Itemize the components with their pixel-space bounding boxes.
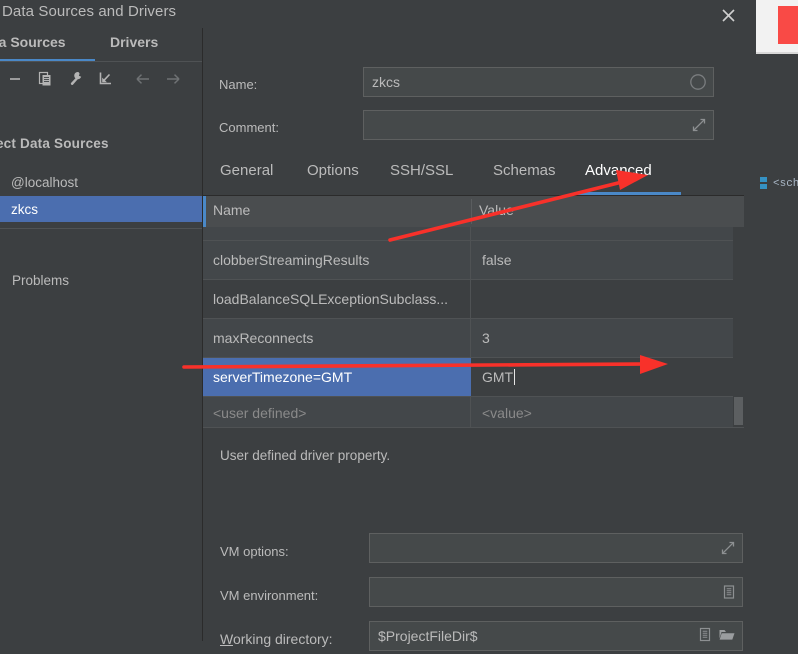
- column-header-name[interactable]: Name: [213, 202, 250, 218]
- sidebar: ta Sources Drivers ject Data Sources @lo…: [0, 28, 203, 641]
- list-editor-icon[interactable]: [698, 627, 712, 645]
- table-cell-name-text: serverTimezone=GMT: [213, 369, 353, 385]
- table-cell-value-text: GMT: [482, 369, 514, 385]
- table-cell-value-editor[interactable]: GMT: [472, 358, 744, 396]
- sidebar-item-localhost[interactable]: @localhost: [0, 169, 202, 195]
- sidebar-divider: [0, 228, 202, 229]
- sidebar-tab-selection-indicator: [0, 59, 95, 61]
- name-label: Name:: [219, 76, 258, 92]
- tab-ssh-ssl[interactable]: SSH/SSL: [390, 162, 453, 179]
- table-cell-name[interactable]: serverTimezone=GMT: [203, 358, 471, 396]
- text-caret: [514, 369, 516, 385]
- table-header: Name Value: [203, 196, 744, 228]
- sidebar-item-label: zkcs: [11, 201, 38, 217]
- background-red-block: [778, 6, 798, 44]
- working-directory-value: $ProjectFileDir$: [378, 628, 478, 644]
- working-directory-adornments: [698, 627, 736, 645]
- schema-icon: [760, 177, 769, 191]
- working-directory-input[interactable]: $ProjectFileDir$: [369, 621, 743, 651]
- dialog-titlebar: Data Sources and Drivers: [0, 0, 744, 28]
- vm-environment-label: VM environment:: [220, 587, 319, 603]
- comment-label: Comment:: [219, 119, 279, 135]
- table-cell-name-text: maxReconnects: [213, 330, 314, 346]
- table-cell-name[interactable]: clobberStreamingResults: [203, 241, 471, 279]
- sidebar-tab-bar: ta Sources Drivers: [0, 28, 202, 62]
- table-cell-value[interactable]: [472, 280, 744, 318]
- remove-icon[interactable]: [0, 66, 30, 92]
- data-sources-dialog: Data Sources and Drivers ta Sources Driv…: [0, 0, 744, 651]
- table-cell-value[interactable]: false: [472, 241, 744, 279]
- table-cell-name-text: loadBalanceSQLExceptionSubclass...: [213, 291, 449, 307]
- table-cell-value[interactable]: 3: [472, 319, 744, 357]
- table-body: clobberStreamingResults false loadBalanc…: [203, 227, 744, 428]
- forward-arrow-icon[interactable]: [158, 66, 188, 92]
- working-directory-label-mnemonic: W: [220, 631, 233, 647]
- background-schema-item: <sch: [760, 172, 798, 196]
- wrench-icon[interactable]: [60, 66, 90, 92]
- description-panel: User defined driver property. VM options…: [203, 427, 744, 651]
- sidebar-toolbar: [0, 62, 202, 95]
- back-arrow-icon[interactable]: [128, 66, 158, 92]
- close-icon[interactable]: [716, 3, 740, 27]
- table-row-selected[interactable]: serverTimezone=GMT GMT: [203, 358, 744, 397]
- tab-advanced[interactable]: Advanced: [585, 162, 652, 179]
- table-cell-value-text: 3: [482, 330, 490, 346]
- name-input-value: zkcs: [372, 74, 400, 90]
- table-cell-name[interactable]: <user defined>: [203, 397, 471, 428]
- schema-label: <sch: [773, 178, 798, 190]
- sidebar-item-label: @localhost: [11, 174, 78, 190]
- tab-options[interactable]: Options: [307, 162, 359, 179]
- table-cell-name[interactable]: maxReconnects: [203, 319, 471, 357]
- sidebar-tab-data-sources[interactable]: ta Sources: [0, 34, 66, 50]
- tree-group-label: ject Data Sources: [0, 136, 109, 151]
- table-cell-name-text: <user defined>: [213, 404, 307, 421]
- vm-environment-input[interactable]: [369, 577, 743, 607]
- list-editor-icon[interactable]: [722, 585, 736, 600]
- import-icon[interactable]: [90, 66, 120, 92]
- table-scrollbar[interactable]: [733, 227, 744, 428]
- dialog-title: Data Sources and Drivers: [2, 3, 177, 20]
- column-header-value[interactable]: Value: [479, 202, 514, 218]
- table-scrollbar-thumb[interactable]: [734, 397, 743, 425]
- driver-properties-table: Name Value clobberStreamingResults false: [203, 195, 744, 428]
- table-row[interactable]: clobberStreamingResults false: [203, 241, 744, 280]
- sidebar-item-problems[interactable]: Problems: [12, 273, 69, 288]
- sidebar-tab-drivers[interactable]: Drivers: [110, 34, 158, 50]
- working-directory-label: Working directory:: [220, 624, 333, 654]
- ide-background-right-panel: [744, 0, 798, 641]
- working-directory-label-text: orking directory:: [232, 631, 333, 647]
- expand-icon[interactable]: [720, 540, 736, 556]
- table-cell-value: [472, 227, 744, 240]
- table-row[interactable]: maxReconnects 3: [203, 319, 744, 358]
- table-focus-marker: [203, 196, 206, 227]
- table-cell-value-text: false: [482, 252, 512, 268]
- table-row-placeholder[interactable]: <user defined> <value>: [203, 397, 744, 428]
- vm-options-label: VM options:: [220, 543, 289, 559]
- comment-input[interactable]: [363, 110, 714, 140]
- table-cell-name-text: clobberStreamingResults: [213, 252, 370, 268]
- folder-icon[interactable]: [718, 627, 736, 645]
- table-cell-name[interactable]: loadBalanceSQLExceptionSubclass...: [203, 280, 471, 318]
- content-pane: Name: zkcs Comment: General Options SSH/…: [203, 28, 744, 651]
- table-cell-name: [203, 227, 471, 240]
- table-cell-value[interactable]: <value>: [472, 397, 744, 428]
- vm-options-input[interactable]: [369, 533, 743, 563]
- column-divider[interactable]: [471, 199, 472, 224]
- table-row-partial[interactable]: [203, 227, 744, 241]
- name-input[interactable]: zkcs: [363, 67, 714, 97]
- table-cell-value-text: <value>: [482, 404, 532, 421]
- expand-icon[interactable]: [691, 117, 707, 133]
- table-row[interactable]: loadBalanceSQLExceptionSubclass...: [203, 280, 744, 319]
- sidebar-item-zkcs[interactable]: zkcs: [0, 196, 202, 222]
- property-description: User defined driver property.: [220, 448, 391, 463]
- content-tab-bar: General Options SSH/SSL Schemas Advanced: [203, 150, 744, 195]
- tab-general[interactable]: General: [220, 162, 273, 179]
- name-status-icon: [689, 73, 707, 91]
- tab-schemas[interactable]: Schemas: [493, 162, 556, 179]
- copy-icon[interactable]: [30, 66, 60, 92]
